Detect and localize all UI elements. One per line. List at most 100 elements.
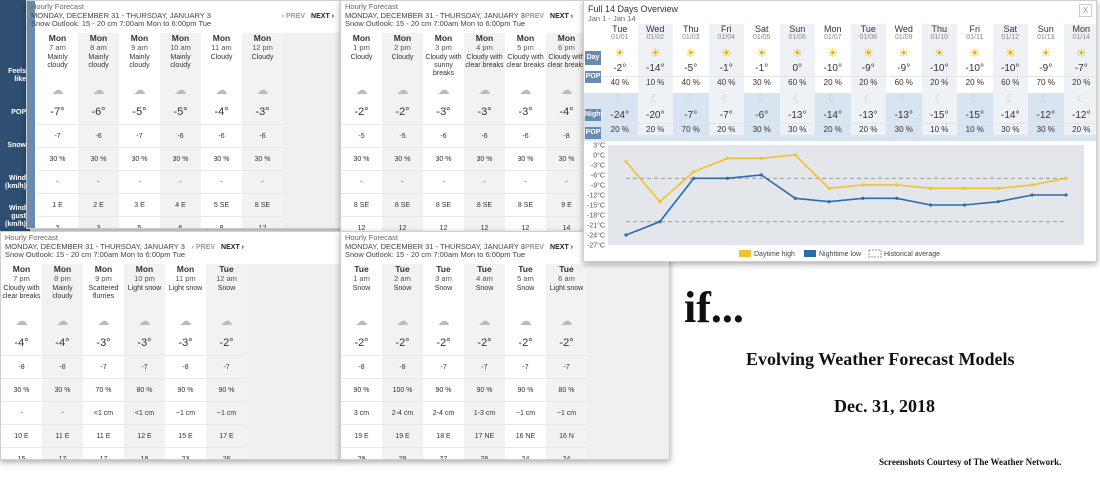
prev-button[interactable]: ‹ PREV bbox=[192, 244, 215, 251]
wind-value: 17 E bbox=[206, 424, 247, 447]
prev-button[interactable]: ‹ PREV bbox=[521, 13, 544, 20]
condition-text: Mainly cloudy bbox=[88, 54, 109, 69]
legend-swatch bbox=[739, 250, 751, 257]
hour-column: Tue 5 am Snow ☁ -2° -7 90 % ~1 cm 16 NE 24 bbox=[505, 264, 546, 459]
weather-icon: ☁ bbox=[396, 83, 409, 97]
feels-like-value: -6 bbox=[464, 124, 505, 147]
hour-day: Mon bbox=[434, 33, 453, 43]
hour-column: Mon 7 pm Cloudy with clear breaks ☁ -4° -8 30 … bbox=[1, 264, 42, 459]
temperature: -2° bbox=[436, 337, 451, 349]
wind-value: 19 E bbox=[341, 424, 382, 447]
pop-value: 30 % bbox=[1, 378, 42, 401]
day-pop: 60 % bbox=[992, 76, 1028, 88]
night-pop: 20 % bbox=[637, 123, 673, 135]
day-name: Wed bbox=[894, 24, 913, 34]
night-weather-icon: ☾ bbox=[721, 93, 732, 105]
next-button[interactable]: NEXT › bbox=[550, 244, 573, 251]
next-button[interactable]: NEXT › bbox=[311, 13, 334, 20]
gust-value: 2 bbox=[37, 216, 78, 228]
data-point bbox=[827, 186, 831, 190]
wind-value: 2 E bbox=[78, 193, 119, 216]
day-column: Wed 01/02 ☀ -14° 10 % ☾ -20° 20 % bbox=[637, 24, 673, 135]
night-low: -20° bbox=[646, 110, 665, 121]
label-wind: Wind (km/h) bbox=[5, 175, 26, 190]
weather-icon: ☁ bbox=[478, 83, 491, 97]
condition-text: Snow bbox=[475, 285, 494, 292]
y-tick-label: -18°C bbox=[587, 212, 605, 220]
data-point bbox=[895, 183, 899, 187]
hour-columns: Mon 7 am Mainly cloudy ☁ -7° -7 30 % -1 E 2 Mon 8 … bbox=[37, 33, 283, 228]
weather-icon: ☁ bbox=[97, 314, 110, 328]
day-pop: 40 % bbox=[673, 76, 709, 88]
night-pop: 70 % bbox=[673, 123, 709, 135]
day-name: Thu bbox=[682, 24, 699, 34]
condition-text: Cloudy with clear breaks bbox=[465, 54, 504, 69]
pop-value: 30 % bbox=[341, 147, 382, 170]
feels-like-value: -7 bbox=[505, 355, 546, 378]
data-point bbox=[793, 196, 797, 200]
close-button[interactable]: X bbox=[1079, 4, 1092, 17]
condition-text: Cloudy bbox=[350, 54, 373, 61]
day-high: -9° bbox=[897, 63, 911, 74]
snow-outlook: Snow Outlook: 15 - 20 cm 7:00am Mon to 6… bbox=[5, 250, 186, 259]
label-snow: Snow bbox=[7, 142, 26, 149]
wind-value: 1 E bbox=[37, 193, 78, 216]
hour-column: Mon 2 pm Cloudy ☁ -2° -5 30 % -8 SE 12 bbox=[382, 33, 423, 233]
day-name: Wed bbox=[646, 24, 665, 34]
hour-time: 2 pm bbox=[394, 43, 411, 52]
pop-value: 30 % bbox=[37, 147, 78, 170]
hour-day: Mon bbox=[89, 33, 108, 43]
day-weather-icon: ☀ bbox=[1075, 46, 1087, 60]
hour-time: 4 pm bbox=[476, 43, 493, 52]
pop-value: 100 % bbox=[382, 378, 423, 401]
feels-like-value: -6 bbox=[423, 124, 464, 147]
day-column: Fri 01/11 ☀ -10° 20 % ☾ -15° 10 % bbox=[957, 24, 993, 135]
pop-value: 90 % bbox=[341, 378, 382, 401]
hour-column: Mon 12 pm Cloudy ☁ -3° -6 30 % -8 SE 12 bbox=[242, 33, 283, 228]
hour-day: Tue bbox=[477, 264, 492, 274]
pop-value: 30 % bbox=[242, 147, 283, 170]
feels-like-value: -6 bbox=[242, 124, 283, 147]
temperature: -4° bbox=[14, 337, 29, 349]
headline: Evolving Weather Forecast Models bbox=[746, 349, 1015, 369]
prev-button[interactable]: ‹ PREV bbox=[521, 244, 544, 251]
condition-text: Mainly cloudy bbox=[52, 285, 73, 300]
gust-value: 6 bbox=[160, 216, 201, 228]
hour-column: Mon 10 pm Light snow ☁ -3° -7 80 % <1 cm 12 E 18 bbox=[124, 264, 165, 459]
y-tick-label: 3°C bbox=[593, 142, 605, 150]
snow-value: - bbox=[242, 170, 283, 193]
y-tick-label: -27°C bbox=[587, 242, 605, 250]
hour-day: Tue bbox=[559, 264, 574, 274]
p14-range: Jan 1 - Jan 14 bbox=[588, 14, 636, 23]
wind-value: 17 NE bbox=[464, 424, 505, 447]
weather-icon: ☁ bbox=[437, 83, 450, 97]
y-tick-label: -15°C bbox=[587, 202, 605, 210]
hour-column: Mon 9 pm Scattered flurries ☁ -3° -7 70 % <1 cm… bbox=[83, 264, 124, 459]
day-weather-icon: ☀ bbox=[720, 46, 732, 60]
weather-icon: ☁ bbox=[519, 314, 532, 328]
temperature: -2° bbox=[354, 106, 369, 118]
day-weather-icon: ☀ bbox=[1040, 46, 1052, 60]
pop-value: 30 % bbox=[505, 147, 546, 170]
y-tick-label: -6°C bbox=[591, 172, 605, 180]
feels-like-value: -5 bbox=[382, 124, 423, 147]
snow-value: ~1 cm bbox=[505, 401, 546, 424]
weather-icon: ☁ bbox=[179, 314, 192, 328]
prev-button[interactable]: ‹ PREV bbox=[282, 13, 305, 20]
data-point bbox=[929, 186, 933, 190]
day-column: Mon 01/14 ☀ -7° 20 % ☾ -12° 20 % bbox=[1063, 24, 1096, 135]
night-low: -12° bbox=[1072, 110, 1091, 121]
next-button[interactable]: NEXT › bbox=[550, 13, 573, 20]
date-text: Dec. 31, 2018 bbox=[834, 396, 935, 416]
night-low: -7° bbox=[719, 110, 733, 121]
pop-value: 30 % bbox=[423, 147, 464, 170]
next-button[interactable]: NEXT › bbox=[221, 244, 244, 251]
temperature: -2° bbox=[559, 337, 574, 349]
day-weather-icon: ☀ bbox=[685, 46, 697, 60]
hourly-panel-1: Hourly Forecast MONDAY, DECEMBER 31 - TH… bbox=[26, 0, 347, 229]
data-point bbox=[895, 196, 899, 200]
legend-label: Nighttime low bbox=[819, 251, 862, 258]
feels-like-value: -7 bbox=[546, 355, 587, 378]
hour-day: Mon bbox=[176, 264, 195, 274]
wind-value: 19 E bbox=[382, 424, 423, 447]
